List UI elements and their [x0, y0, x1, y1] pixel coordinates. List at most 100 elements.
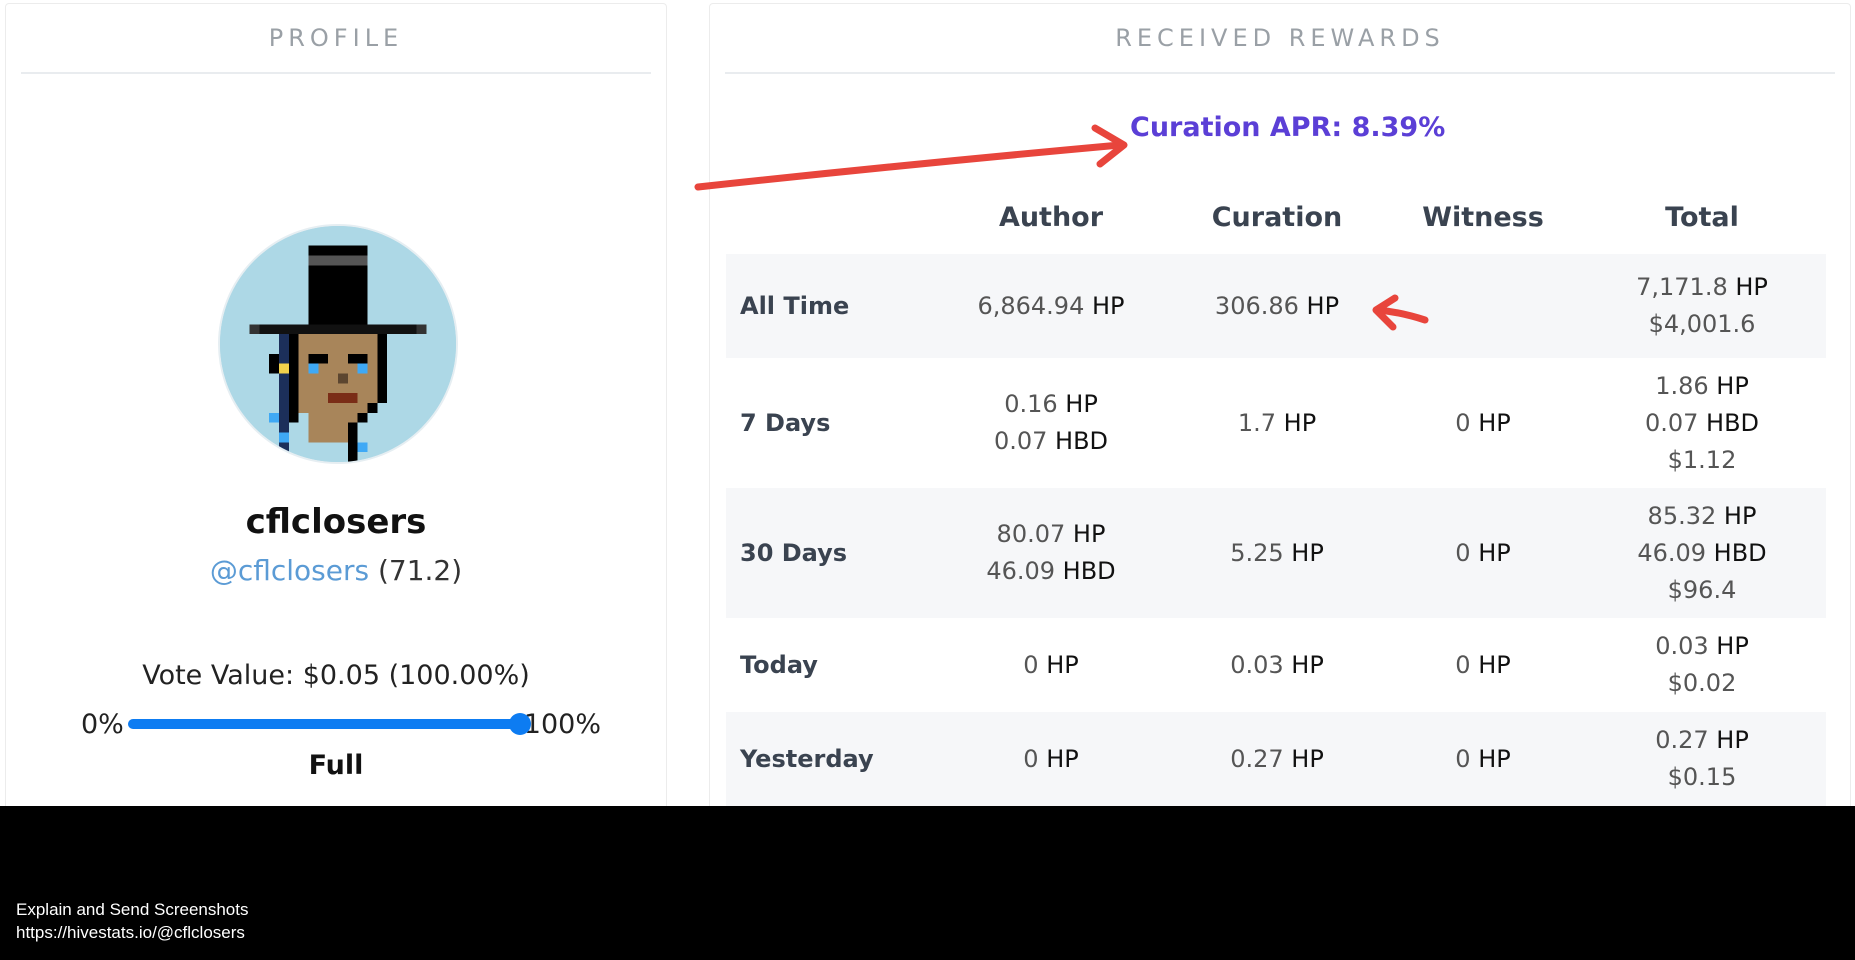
cell-value-line: $0.15 [1578, 759, 1826, 796]
cell-value-line: 0.07 HBD [1578, 405, 1826, 442]
cell-value: $0.02 [1667, 669, 1737, 697]
cell-value-line: 0 HP [1388, 535, 1578, 572]
rewards-table-header: Author Curation Witness Total [726, 180, 1826, 254]
column-header-witness: Witness [1422, 201, 1544, 233]
cell-witness [1388, 254, 1578, 358]
cell-value-line: 1.7 HP [1166, 405, 1388, 442]
slider-min-label: 0% [81, 708, 124, 740]
cell-value-line: 80.07 HP [936, 516, 1166, 553]
column-header [726, 180, 936, 254]
rewards-row: Today 0 HP 0.03 HP 0 HP 0.03 HP $0.02 [726, 618, 1826, 712]
cell-unit: HP [1091, 291, 1125, 320]
cell-unit: HP [1072, 520, 1106, 548]
cell-witness: 0 HP [1388, 488, 1578, 618]
footer-url: https://hivestats.io/@cflclosers [16, 923, 245, 942]
cell-witness: 0 HP [1388, 358, 1578, 488]
vote-weight-slider[interactable] [127, 713, 531, 735]
column-header-curation: Curation [1211, 201, 1343, 233]
cell-value: 0.03 [1230, 650, 1284, 679]
cell-value-line: 6,864.94 HP [936, 288, 1166, 325]
cell-value: 0 [1455, 538, 1471, 567]
rewards-row: All Time 6,864.94 HP 306.86 HP 7,171.8 HP $4… [726, 254, 1826, 358]
cell-value: 46.09 [986, 557, 1056, 585]
row-label: All Time [726, 254, 936, 358]
reputation: (71.2) [377, 554, 463, 587]
cell-value-line: 0 HP [1388, 647, 1578, 684]
cell-value-line: 0.03 HP [1578, 628, 1826, 665]
column-header-total: Total [1665, 201, 1739, 233]
rewards-row: 30 Days 80.07 HP 46.09 HBD 5.25 HP 0 HP 85.32… [726, 488, 1826, 618]
cell-value: $4,001.6 [1648, 310, 1756, 338]
cell-value: 80.07 [996, 520, 1066, 548]
cell-unit: HP [1291, 538, 1324, 567]
cell-author: 0 HP [936, 618, 1166, 712]
cell-value: 306.86 [1214, 291, 1299, 320]
cell-unit: HP [1065, 390, 1098, 418]
row-label: 7 Days [740, 408, 831, 437]
cell-value-line: 46.09 HBD [1578, 535, 1826, 572]
cell-value: 0.03 [1655, 632, 1709, 660]
cell-total: 85.32 HP 46.09 HBD $96.4 [1578, 488, 1826, 618]
curation-apr: Curation APR: 8.39% [1130, 112, 1446, 143]
cell-value: $0.15 [1667, 763, 1737, 791]
cell-value-line: 0.16 HP [936, 386, 1166, 423]
page: PROFILE cflclosers @cflclosers (71.2) Vo… [0, 0, 1855, 806]
cell-value-line: 0 HP [1388, 405, 1578, 442]
cell-value-line: 0.27 HP [1166, 741, 1388, 778]
cell-unit: HBD [1706, 408, 1760, 437]
row-label: 30 Days [726, 488, 936, 618]
profile-header: PROFILE [21, 4, 651, 74]
cell-value-line: $4,001.6 [1578, 306, 1826, 343]
cell-value-line: $1.12 [1578, 442, 1826, 479]
screenshot-footer: Explain and Send Screenshots https://hiv… [0, 806, 1855, 960]
cell-value-line: 1.86 HP [1578, 368, 1826, 405]
handle-link[interactable]: @cflclosers [210, 554, 369, 587]
username: cflclosers [245, 502, 427, 542]
cell-curation: 0.27 HP [1166, 712, 1388, 806]
pixel-punk-avatar-icon [220, 226, 456, 462]
cell-author: 0 HP [936, 712, 1166, 806]
cell-witness: 0 HP [1388, 712, 1578, 806]
cell-unit: HP [1306, 291, 1340, 320]
cell-value: 0.27 [1655, 726, 1709, 754]
slider-fill [127, 719, 520, 729]
rewards-table: Author Curation Witness Total All Time 6,… [726, 180, 1826, 806]
cell-value-line: 5.25 HP [1166, 535, 1388, 572]
avatar [218, 224, 458, 464]
cell-total: 7,171.8 HP $4,001.6 [1578, 254, 1826, 358]
cell-curation: 306.86 HP [1166, 254, 1388, 358]
cell-total: 1.86 HP 0.07 HBD $1.12 [1578, 358, 1826, 488]
cell-unit: HP [1291, 744, 1324, 773]
cell-value-line: 0.07 HBD [936, 423, 1166, 460]
cell-unit: HP [1716, 632, 1749, 660]
cell-unit: HBD [1713, 538, 1767, 567]
cell-value: 0 [1455, 408, 1471, 437]
cell-unit: HP [1291, 650, 1324, 679]
vote-state: Full [308, 750, 364, 781]
cell-unit: HBD [1055, 427, 1109, 455]
slider-thumb[interactable] [508, 713, 531, 735]
cell-total: 0.03 HP $0.02 [1578, 618, 1826, 712]
vote-value: Vote Value: $0.05 (100.00%) [142, 660, 530, 691]
cell-curation: 5.25 HP [1166, 488, 1388, 618]
cell-value: 0.07 [993, 427, 1048, 455]
cell-unit: HP [1723, 501, 1757, 530]
cell-value: 6,864.94 [977, 291, 1085, 320]
cell-total: 0.27 HP $0.15 [1578, 712, 1826, 806]
cell-value: 0 [1455, 744, 1471, 773]
cell-curation: 0.03 HP [1166, 618, 1388, 712]
cell-unit: HP [1478, 538, 1511, 567]
cell-unit: HP [1478, 744, 1511, 773]
cell-value: 0.07 [1644, 408, 1699, 437]
cell-value-line: 306.86 HP [1166, 288, 1388, 325]
cell-value-line: 7,171.8 HP [1578, 269, 1826, 306]
cell-value: $1.12 [1667, 445, 1737, 474]
cell-unit: HP [1283, 408, 1317, 437]
row-label: Today [740, 650, 818, 679]
handle-line: @cflclosers (71.2) [6, 554, 666, 587]
cell-unit: HBD [1062, 557, 1116, 585]
cell-value: 1.86 [1655, 371, 1709, 400]
cell-value-line: 0 HP [936, 741, 1166, 778]
cell-value-line: 0 HP [1388, 741, 1578, 778]
cell-value: 85.32 [1647, 501, 1717, 530]
